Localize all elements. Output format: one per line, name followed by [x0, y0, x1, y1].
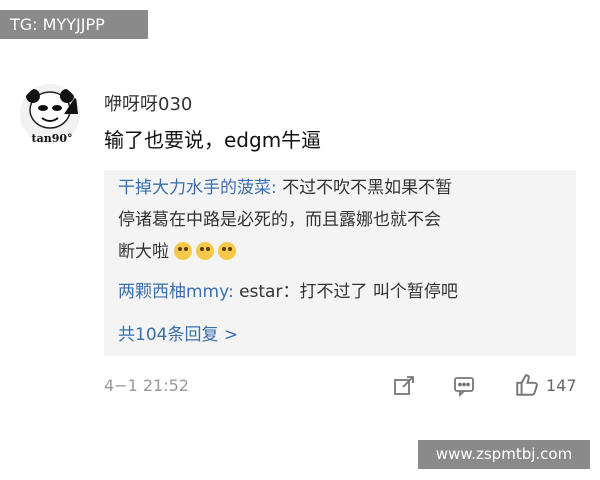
like-icon[interactable] [514, 372, 540, 402]
reply-1-line-2: 停诸葛在中路是必死的，而且露娜也就不会 [118, 210, 441, 230]
share-icon[interactable] [392, 374, 416, 402]
reply-1-text-1: 不过不吹不黑如果不暂 [282, 178, 453, 198]
reply-2-author[interactable]: 两颗西柚mmy: [118, 282, 234, 302]
more-replies-link[interactable]: 共104条回复 > [118, 320, 238, 345]
watermark-top: TG: MYYJJPP [0, 10, 148, 39]
laughing-crying-emoji [218, 242, 237, 260]
laughing-crying-emoji [174, 242, 193, 260]
reply-1-text-3: 断大啦 [118, 242, 169, 262]
reply-1-author[interactable]: 干掉大力水手的菠菜: [118, 178, 277, 198]
comment-icon[interactable] [452, 374, 476, 402]
comment-text: 输了也要说，edgm牛逼 [104, 128, 322, 152]
watermark-bottom: www.zspmtbj.com [418, 440, 590, 469]
reply-2: 两颗西柚mmy: estar：打不过了 叫个暂停吧 [118, 276, 458, 308]
laughing-crying-emoji [196, 242, 215, 260]
avatar-label: tan90° [31, 132, 73, 145]
reply-box: 干掉大力水手的菠菜: 不过不吹不黑如果不暂 停诸葛在中路是必死的，而且露娜也就不… [104, 170, 576, 356]
username[interactable]: 咿呀呀030 [104, 90, 192, 116]
reply-2-text: estar：打不过了 叫个暂停吧 [239, 282, 458, 302]
like-count: 147 [546, 376, 577, 395]
reply-1-line-1: 干掉大力水手的菠菜: 不过不吹不黑如果不暂 [118, 172, 452, 204]
reply-1-line-3: 断大啦 [118, 236, 240, 268]
post-time: 4−1 21:52 [104, 376, 189, 395]
